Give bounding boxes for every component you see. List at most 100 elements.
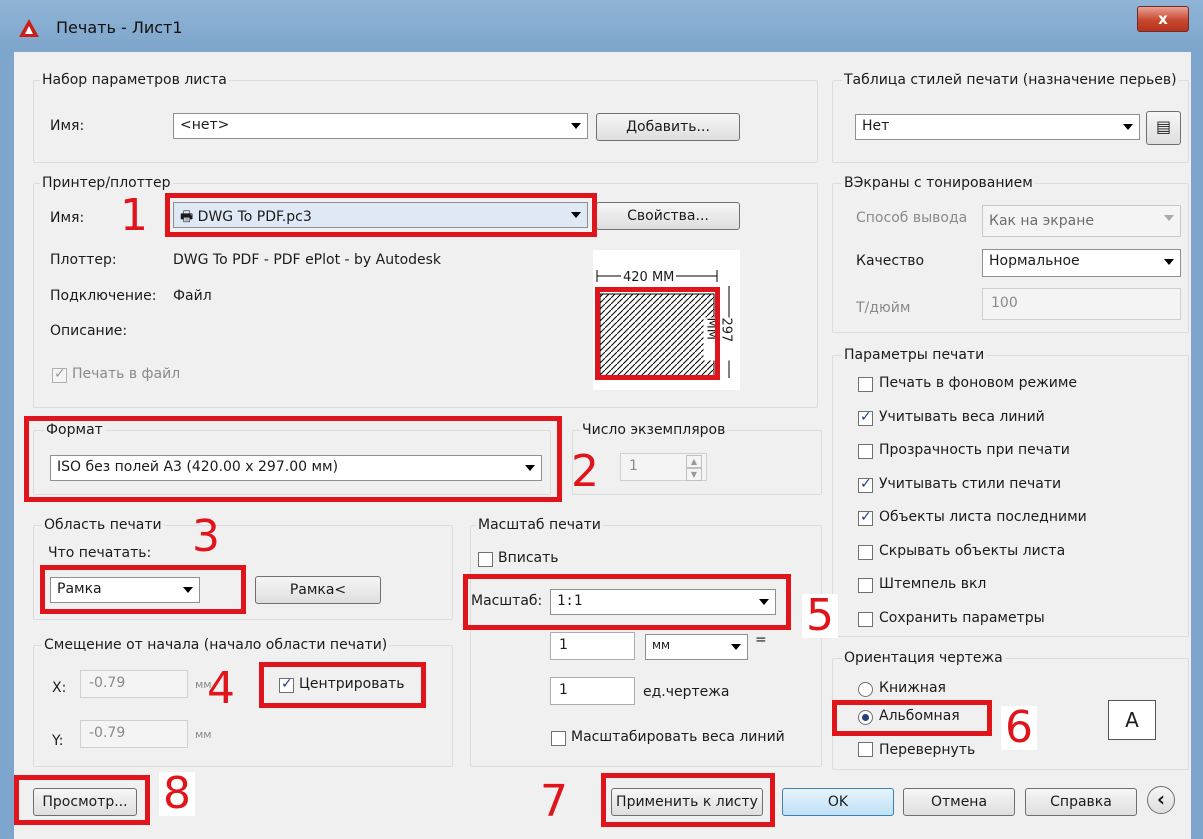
orientation-title: Ориентация чертежа xyxy=(842,650,1005,666)
annotation-number: 1 xyxy=(120,190,148,241)
description-label: Описание: xyxy=(50,323,128,339)
fit-to-paper-checkbox[interactable] xyxy=(478,552,493,567)
plot-option-label: Объекты листа последними xyxy=(879,509,1087,525)
page-setup-select[interactable]: <нет> xyxy=(173,113,588,139)
scale-title: Масштаб печати xyxy=(476,517,603,533)
drawing-units-label: ед.чертежа xyxy=(643,684,730,700)
plotter-label: Плоттер: xyxy=(50,252,117,268)
print-to-file-label: Печать в файл xyxy=(72,366,181,382)
offset-y-label: Y: xyxy=(52,733,64,749)
autocad-logo-icon xyxy=(19,19,39,37)
print-to-file-checkbox[interactable] xyxy=(52,366,67,383)
ok-button[interactable]: OK xyxy=(782,788,894,816)
annotation-box-printer xyxy=(165,193,597,237)
offset-y-unit: мм xyxy=(195,728,212,741)
chevron-down-icon xyxy=(1164,215,1174,221)
offset-title: Смещение от начала (начало области печат… xyxy=(42,637,390,653)
annotation-number: 8 xyxy=(159,772,195,816)
window-title: Печать - Лист1 xyxy=(56,18,183,37)
annotation-number: 4 xyxy=(207,663,235,714)
annotation-box-format xyxy=(24,416,562,502)
plot-options-title: Параметры печати xyxy=(842,347,987,363)
copies-title: Число экземпляров xyxy=(580,422,728,438)
chevron-down-icon xyxy=(1123,124,1133,130)
upside-down-checkbox[interactable] xyxy=(858,742,873,757)
page-setup-title: Набор параметров листа xyxy=(40,72,229,88)
plot-option-label: Штемпель вкл xyxy=(879,576,987,592)
printer-name-label: Имя: xyxy=(50,210,85,226)
printer-properties-button[interactable]: Свойства... xyxy=(596,202,740,230)
equals-sign: = xyxy=(755,632,767,648)
annotation-box-scale xyxy=(463,574,791,630)
plot-option-checkbox[interactable] xyxy=(858,476,873,493)
drawing-units-input[interactable]: 1 xyxy=(550,677,635,705)
offset-y-input[interactable]: -0.79 xyxy=(80,720,188,748)
scale-lineweights-label: Масштабировать веса линий xyxy=(571,729,785,745)
annotation-box-preview xyxy=(14,775,150,825)
help-button[interactable]: Справка xyxy=(1025,788,1137,816)
close-button[interactable]: x xyxy=(1137,6,1189,32)
add-page-setup-button[interactable]: Добавить... xyxy=(596,113,740,141)
plot-option-label: Прозрачность при печати xyxy=(879,442,1070,458)
plot-option-checkbox[interactable] xyxy=(858,409,873,426)
plot-option-checkbox[interactable] xyxy=(858,509,873,526)
fit-to-paper-label: Вписать xyxy=(498,550,559,566)
edit-plot-style-icon[interactable]: ▤ xyxy=(1146,111,1181,145)
plot-option-checkbox[interactable] xyxy=(858,611,873,627)
title-bar: Печать - Лист1 x xyxy=(0,0,1203,52)
plot-option-label: Сохранить параметры xyxy=(879,609,1045,626)
plot-style-title: Таблица стилей печати (назначение перьев… xyxy=(842,72,1179,88)
plot-options-group xyxy=(832,355,1189,637)
plot-option-label: Учитывать веса линий xyxy=(879,408,1045,425)
chevron-down-icon xyxy=(1164,259,1174,265)
cancel-button[interactable]: Отмена xyxy=(903,788,1015,816)
annotation-number: 6 xyxy=(1001,706,1037,750)
page-setup-name-label: Имя: xyxy=(50,118,85,134)
annotation-number: 3 xyxy=(192,511,220,562)
plotter-value: DWG To PDF - PDF ePlot - by Autodesk xyxy=(173,252,442,268)
scale-units-input[interactable]: 1 xyxy=(550,632,635,660)
spin-up-icon[interactable]: ▲ xyxy=(686,455,702,468)
plot-option-checkbox[interactable] xyxy=(858,544,873,560)
annotation-box-area xyxy=(40,565,246,614)
plot-option-label: Печать в фоновом режиме xyxy=(879,375,1078,391)
plot-style-select[interactable]: Нет xyxy=(855,114,1140,140)
plot-option-checkbox[interactable] xyxy=(858,377,873,392)
printer-title: Принтер/плоттер xyxy=(40,175,173,191)
annotation-preview-box xyxy=(595,287,720,380)
annotation-number: 7 xyxy=(540,776,568,827)
shade-mode-select[interactable]: Как на экране xyxy=(982,205,1181,237)
shaded-viewport-title: ВЭкраны с тонированием xyxy=(842,175,1035,191)
scale-unit-select[interactable]: мм xyxy=(645,634,748,660)
quality-label: Качество xyxy=(856,253,925,269)
plot-option-label: Учитывать стили печати xyxy=(879,475,1062,492)
what-to-print-label: Что печатать: xyxy=(48,545,152,561)
connection-value: Файл xyxy=(173,288,212,304)
chevron-down-icon xyxy=(731,644,741,650)
more-options-icon[interactable]: ‹ xyxy=(1147,786,1175,814)
spin-down-icon[interactable]: ▼ xyxy=(686,468,702,481)
chevron-down-icon xyxy=(571,123,581,129)
annotation-box-center xyxy=(259,662,426,708)
dpi-input[interactable]: 100 xyxy=(982,288,1181,320)
paper-width-label: 420 ММ xyxy=(621,270,677,285)
shade-mode-label: Способ вывода xyxy=(856,210,968,226)
plot-option-checkbox[interactable] xyxy=(858,578,873,593)
offset-x-label: X: xyxy=(52,680,67,696)
portrait-radio[interactable] xyxy=(858,682,873,697)
quality-select[interactable]: Нормальное xyxy=(982,249,1181,277)
upside-down-label: Перевернуть xyxy=(879,742,976,758)
annotation-box-apply xyxy=(601,773,775,827)
annotation-number: 5 xyxy=(802,594,838,638)
annotation-number: 2 xyxy=(571,446,599,497)
window-pick-button[interactable]: Рамка< xyxy=(255,576,381,604)
portrait-label: Книжная xyxy=(879,680,946,696)
annotation-box-landscape xyxy=(832,700,992,736)
scale-lineweights-checkbox[interactable] xyxy=(551,731,566,746)
plot-option-label: Скрывать объекты листа xyxy=(879,542,1066,559)
dpi-label: Т/дюйм xyxy=(856,300,911,316)
orientation-preview-icon: A xyxy=(1108,700,1156,740)
plot-option-checkbox[interactable] xyxy=(858,444,873,459)
offset-x-input[interactable]: -0.79 xyxy=(80,670,188,698)
print-area-title: Область печати xyxy=(42,517,164,533)
